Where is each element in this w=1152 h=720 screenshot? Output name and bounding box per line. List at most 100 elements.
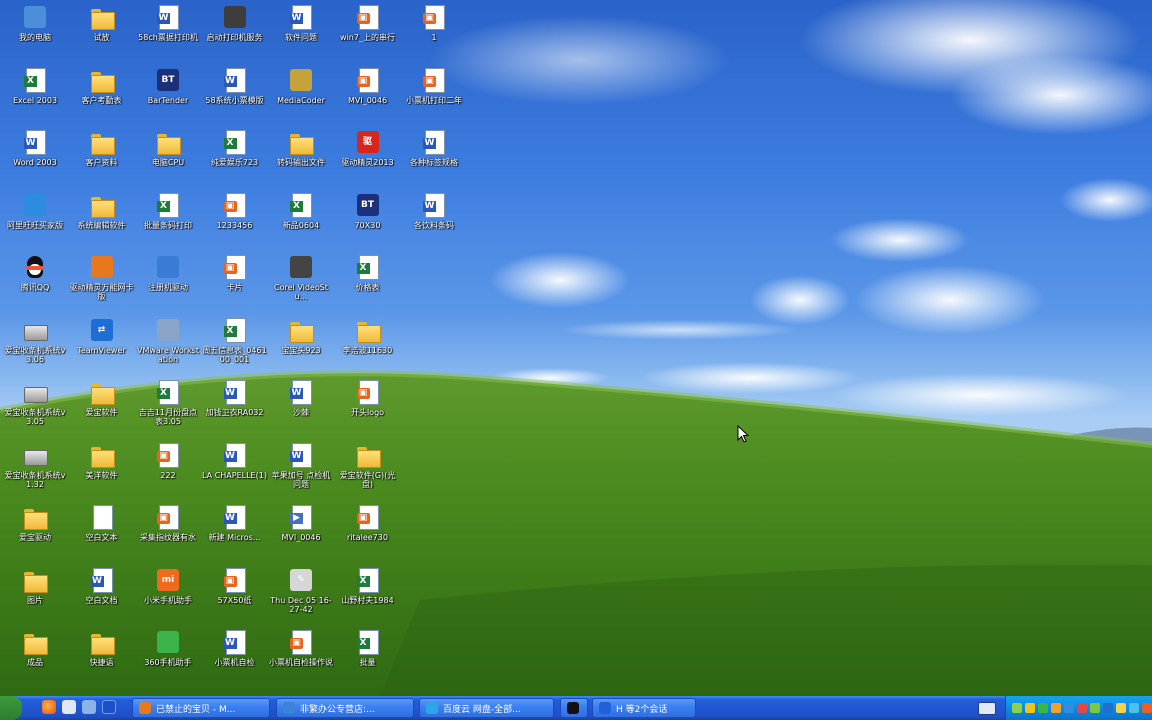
- taskbar-button[interactable]: H 等2个会话: [592, 698, 696, 718]
- desktop-icon[interactable]: W Word 2003: [2, 127, 68, 187]
- keyboard-icon[interactable]: [978, 702, 996, 715]
- quicklaunch-more-icon[interactable]: [102, 700, 116, 714]
- desktop-icon[interactable]: 试放: [69, 2, 135, 62]
- desktop-icon[interactable]: 驱动精灵万能网卡版: [69, 252, 135, 312]
- desktop-icon[interactable]: ✎ Thu Dec 05 16-27-42: [268, 565, 334, 625]
- desktop-icon[interactable]: Corel VideoStu...: [268, 252, 334, 312]
- tray-icon[interactable]: [1051, 703, 1061, 713]
- quicklaunch-icon[interactable]: [62, 700, 76, 714]
- tray-icon[interactable]: [1064, 703, 1074, 713]
- start-button[interactable]: [0, 696, 22, 720]
- firefox-icon[interactable]: [42, 700, 56, 714]
- desktop-icon[interactable]: W 软件问题: [268, 2, 334, 62]
- desktop-icon[interactable]: 空白文本: [69, 502, 135, 562]
- desktop-icon[interactable]: W 新建 Micros...: [202, 502, 268, 562]
- desktop-icon[interactable]: X 价格表: [335, 252, 401, 312]
- desktop-icon[interactable]: ▣ 小票机自检操作说: [268, 627, 334, 687]
- desktop-icon[interactable]: W LA CHAPELLE(1): [202, 440, 268, 500]
- desktop-icon[interactable]: 爱宝收条机系统v1.32: [2, 440, 68, 500]
- taskbar-button[interactable]: 百度云 网盘-全部...: [419, 698, 554, 718]
- desktop-icon[interactable]: X 山野村夫1984: [335, 565, 401, 625]
- desktop-icon[interactable]: 美洋软件: [69, 440, 135, 500]
- desktop-icon[interactable]: 爱宝收条机系统v3.06: [2, 315, 68, 375]
- desktop-icon[interactable]: 成品: [2, 627, 68, 687]
- desktop-icon[interactable]: 系统编辑软件: [69, 190, 135, 250]
- desktop-icon[interactable]: 我的电脑: [2, 2, 68, 62]
- desktop-icon[interactable]: 驱驱动精灵2013: [335, 127, 401, 187]
- desktop-icon[interactable]: ▶ MVI_0046: [268, 502, 334, 562]
- desktop-icon[interactable]: ▣ 1233456: [202, 190, 268, 250]
- desktop-icon[interactable]: 爱宝软件: [69, 377, 135, 437]
- desktop-icon[interactable]: 宝宝头923: [268, 315, 334, 375]
- desktop-icon[interactable]: W 小票机自检: [202, 627, 268, 687]
- tray-icon[interactable]: [1103, 703, 1113, 713]
- tray-icon[interactable]: [1077, 703, 1087, 713]
- desktop-icon[interactable]: mi 小米手机助手: [135, 565, 201, 625]
- desktop-icon[interactable]: ▣ ritalee730: [335, 502, 401, 562]
- desktop-icon[interactable]: 360手机助手: [135, 627, 201, 687]
- desktop-icon[interactable]: 快捷语: [69, 627, 135, 687]
- taskbar-button[interactable]: 已禁止的宝贝 - M...: [132, 698, 270, 718]
- desktop-icon[interactable]: 客户资料: [69, 127, 135, 187]
- desktop-icon[interactable]: ▣ 57X50纸: [202, 565, 268, 625]
- desktop-icon[interactable]: W 各饮料条码: [401, 190, 467, 250]
- desktop-icon[interactable]: ▣ 卡片: [202, 252, 268, 312]
- desktop-icon[interactable]: X 新品0604: [268, 190, 334, 250]
- desktop-icon[interactable]: ⇄ TeamViewer: [69, 315, 135, 375]
- desktop-icon[interactable]: X Excel 2003: [2, 65, 68, 125]
- desktop-icon-label: 58ch票据打印机: [138, 33, 198, 42]
- tray-icon[interactable]: [1090, 703, 1100, 713]
- desktop-icon[interactable]: X 吉吉11月份盘点表3.05: [135, 377, 201, 437]
- desktop-icon[interactable]: W 空白文档: [69, 565, 135, 625]
- desktop-icon-label: 沙棘: [293, 408, 309, 417]
- desktop-icon-label: Corel VideoStu...: [274, 283, 328, 301]
- desktop-icon[interactable]: BT 70X30: [335, 190, 401, 250]
- tray-icon[interactable]: [1012, 703, 1022, 713]
- desktop-icon[interactable]: MediaCoder: [268, 65, 334, 125]
- desktop-icon[interactable]: X 纯爱娱乐723: [202, 127, 268, 187]
- desktop-icon[interactable]: W 58系统小票模版: [202, 65, 268, 125]
- tray-icon[interactable]: [1142, 703, 1152, 713]
- desktop-icon[interactable]: W 苹果加号 点检机问题: [268, 440, 334, 500]
- desktop-icon[interactable]: 爱宝收条机系统v3.05: [2, 377, 68, 437]
- desktop-icon[interactable]: X 周五信息表_046100_001: [202, 315, 268, 375]
- qq-penguin-icon: [21, 254, 49, 280]
- desktop-icon[interactable]: ▣ 小票机打印二年: [401, 65, 467, 125]
- desktop-icon[interactable]: 阿里旺旺买家版: [2, 190, 68, 250]
- desktop-icon-label: 小票机自检操作说: [269, 658, 333, 667]
- taskbar-button[interactable]: 非繁办公专营店:...: [276, 698, 414, 718]
- desktop-icon[interactable]: BT BarTender: [135, 65, 201, 125]
- desktop-icon[interactable]: ▣ 222: [135, 440, 201, 500]
- desktop-icon[interactable]: VMware Workstation: [135, 315, 201, 375]
- desktop-icon[interactable]: 客户考勤表: [69, 65, 135, 125]
- desktop-icon[interactable]: X 批量条码打印: [135, 190, 201, 250]
- desktop-icon[interactable]: 转码输出文件: [268, 127, 334, 187]
- folder-icon: [88, 67, 116, 93]
- tray-icon[interactable]: [1116, 703, 1126, 713]
- desktop-icon[interactable]: 电脑CPU: [135, 127, 201, 187]
- desktop-icon[interactable]: W 加钱卫衣RA032: [202, 377, 268, 437]
- tray-icon[interactable]: [1038, 703, 1048, 713]
- taskbar-button[interactable]: [560, 698, 588, 718]
- desktop-icon[interactable]: W 沙棘: [268, 377, 334, 437]
- desktop-icon[interactable]: ▣ 1: [401, 2, 467, 62]
- desktop-icon[interactable]: ▣ win7_上的串行: [335, 2, 401, 62]
- desktop-icon[interactable]: 李浩波11630: [335, 315, 401, 375]
- desktop-icon[interactable]: ▣ MVI_0046: [335, 65, 401, 125]
- desktop-icon[interactable]: ▣ 采集指纹器有水: [135, 502, 201, 562]
- desktop-icon[interactable]: ▣ 开头logo: [335, 377, 401, 437]
- desktop-icon[interactable]: X 批量: [335, 627, 401, 687]
- desktop-icon[interactable]: W 各种标签规格: [401, 127, 467, 187]
- desktop-icon-label: 山野村夫1984: [341, 595, 394, 605]
- tray-icon[interactable]: [1129, 703, 1139, 713]
- desktop-icon[interactable]: 腾讯QQ: [2, 252, 68, 312]
- desktop-icon[interactable]: 启动打印机服务: [202, 2, 268, 62]
- tray-icon[interactable]: [1025, 703, 1035, 713]
- show-desktop-icon[interactable]: [82, 700, 96, 714]
- desktop-icon[interactable]: 爱宝软件(G)(光盘): [335, 440, 401, 500]
- desktop-icon-label: 空白文本: [85, 533, 118, 542]
- desktop-icon[interactable]: 注册机驱动: [135, 252, 201, 312]
- desktop-icon[interactable]: W 58ch票据打印机: [135, 2, 201, 62]
- desktop-icon[interactable]: 爱宝驱动: [2, 502, 68, 562]
- desktop-icon[interactable]: 图片: [2, 565, 68, 625]
